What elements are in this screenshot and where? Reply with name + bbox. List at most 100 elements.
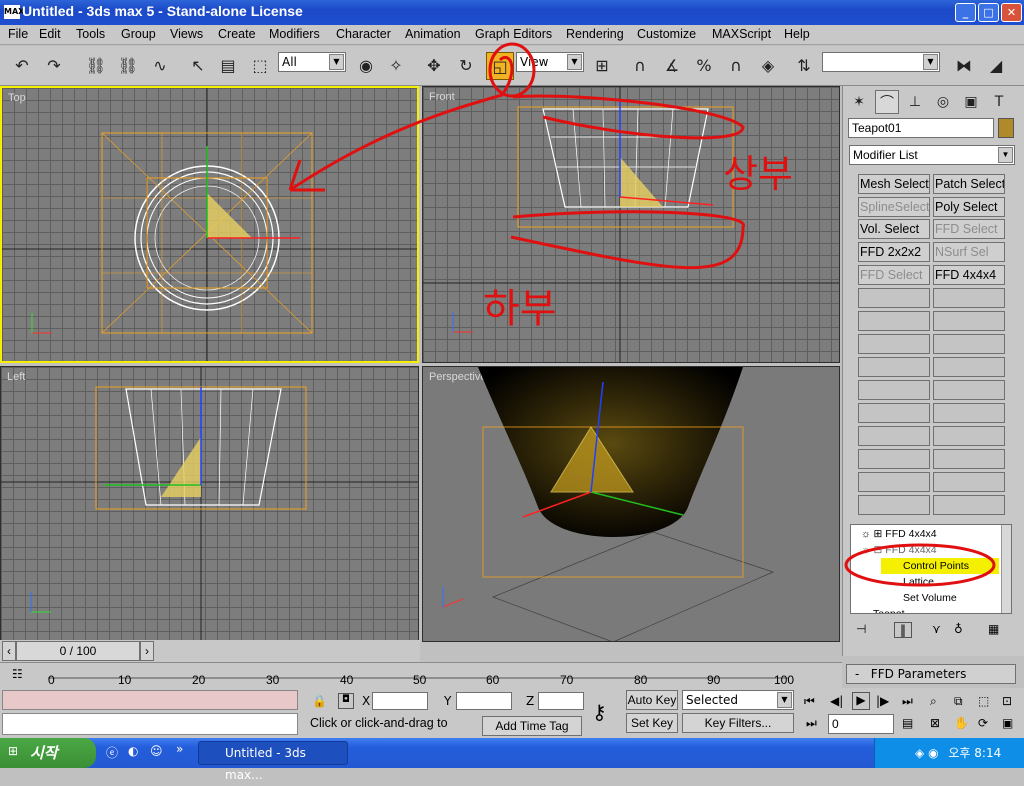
lock-icon[interactable]: 🔒 [312,694,327,708]
ie-icon[interactable]: ⓔ [106,744,118,761]
maxscript-listener-mini[interactable] [2,690,298,710]
menu-character[interactable]: Character [336,27,391,41]
configure-sets-icon[interactable]: ▦ [988,622,999,636]
menu-file[interactable]: File [8,27,28,41]
object-name-field[interactable]: Teapot01 [848,118,994,138]
go-to-end-icon[interactable]: ⏭ [902,694,913,709]
clock[interactable]: 오후 8:14 [948,746,1001,760]
mod-button-empty[interactable] [858,380,930,400]
select-icon[interactable]: ↖ [184,52,212,80]
spinner-snap-icon[interactable]: ∩ [722,52,750,80]
key-mode-icon[interactable]: ⏭ [806,716,817,731]
align-icon[interactable]: ◢ [982,52,1010,80]
next-frame-icon[interactable]: |▶ [876,694,889,708]
redo-icon[interactable]: ↷ [40,52,68,80]
modify-tab-icon[interactable]: ⌒ [875,90,899,114]
z-coord-field[interactable] [538,692,584,710]
menu-animation[interactable]: Animation [405,27,461,41]
remove-modifier-icon[interactable]: ♁ [954,622,963,636]
y-coord-field[interactable] [456,692,512,710]
make-unique-icon[interactable]: ⋎ [932,622,941,636]
maxscript-input[interactable] [2,713,298,735]
mod-button-7[interactable]: FFD 2x2x2 [858,242,930,262]
menu-customize[interactable]: Customize [637,27,696,41]
mod-button-empty[interactable] [858,403,930,423]
viewport-perspective[interactable]: Perspective [422,366,840,642]
minimize-button[interactable]: _ [955,3,976,22]
zoom-extents-all-icon[interactable]: ⊡ [1002,694,1012,708]
edit-named-selection-icon[interactable]: ⇅ [790,52,818,80]
add-time-tag-button[interactable]: Add Time Tag [482,716,582,736]
auto-key-button[interactable]: Auto Key [626,690,678,710]
undo-icon[interactable]: ↶ [8,52,36,80]
set-key-button[interactable]: Set Key [626,713,678,733]
prev-frame-button[interactable]: ‹ [2,641,16,661]
mod-button-9[interactable]: FFD Select [858,265,930,285]
mod-button-empty[interactable] [933,288,1005,308]
close-button[interactable]: ✕ [1001,3,1022,22]
pin-stack-icon[interactable]: ⊣ [856,622,866,636]
time-slider[interactable]: 0 / 100 [16,641,140,661]
track-bar-icon[interactable]: ☷ [12,667,23,681]
time-config-icon[interactable]: ▤ [902,716,913,730]
motion-tab-icon[interactable]: ◎ [931,90,955,114]
mod-button-empty[interactable] [858,311,930,331]
mod-button-empty[interactable] [933,495,1005,515]
menu-tools[interactable]: Tools [76,27,105,41]
mod-button-empty[interactable] [933,311,1005,331]
ffd-parameters-rollout[interactable]: - FFD Parameters [846,664,1016,684]
3ds-max-icon[interactable]: MAX [4,5,24,19]
hierarchy-tab-icon[interactable]: ⊥ [903,90,927,114]
mod-button-1[interactable]: Mesh Select [858,174,930,194]
menu-create[interactable]: Create [218,27,256,41]
mod-button-empty[interactable] [858,426,930,446]
mod-button-empty[interactable] [858,288,930,308]
angle-snap-icon[interactable]: ∡ [658,52,686,80]
stack-subitem-set-volume[interactable]: Set Volume [903,590,957,606]
tray-app-icon[interactable]: ◉ [928,746,938,760]
mod-button-3[interactable]: SplineSelect [858,197,930,217]
mod-button-empty[interactable] [933,334,1005,354]
mod-button-empty[interactable] [933,380,1005,400]
link-icon[interactable]: ⛓ [82,52,110,80]
mod-button-5[interactable]: Vol. Select [858,219,930,239]
region-zoom-icon[interactable]: ⊠ [930,716,940,730]
utilities-tab-icon[interactable]: T [987,90,1011,114]
menu-graph-editors[interactable]: Graph Editors [475,27,552,41]
stack-item-teapot[interactable]: Teapot [873,606,905,613]
mod-button-empty[interactable] [858,334,930,354]
arc-rotate-icon[interactable]: ⟳ [978,716,988,730]
menu-maxscript[interactable]: MAXScript [712,27,771,41]
mod-button-10[interactable]: FFD 4x4x4 [933,265,1005,285]
percent-snap-icon[interactable]: % [690,52,718,80]
mod-button-empty[interactable] [933,472,1005,492]
mod-button-empty[interactable] [933,426,1005,446]
object-color-swatch[interactable] [998,118,1014,138]
key-selection-dropdown[interactable]: Selected ▼ [682,690,794,710]
pivot-center-icon[interactable]: ⊞ [588,52,616,80]
next-frame-button[interactable]: › [140,641,154,661]
display-tab-icon[interactable]: ▣ [959,90,983,114]
named-selection-icon[interactable]: ◈ [754,52,782,80]
mod-button-empty[interactable] [933,403,1005,423]
menu-rendering[interactable]: Rendering [566,27,624,41]
taskbar-item-3dsmax[interactable]: Untitled - 3ds max... [198,741,348,782]
x-coord-field[interactable] [372,692,428,710]
menu-modifiers[interactable]: Modifiers [269,27,320,41]
maximize-viewport-icon[interactable]: ▣ [1002,716,1013,730]
mirror-icon[interactable]: ⧓ [950,52,978,80]
modifier-list-dropdown[interactable]: Modifier List ▼ [849,145,1015,165]
menu-help[interactable]: Help [784,27,810,41]
quick-launch-chevron-icon[interactable]: » [176,742,183,756]
viewport-left[interactable]: Left [0,366,419,642]
mod-button-empty[interactable] [858,495,930,515]
bind-space-warp-icon[interactable]: ∿ [146,52,174,80]
messenger-icon[interactable]: ☺ [150,744,163,758]
media-icon[interactable]: ◐ [128,744,138,758]
snap-toggle-icon[interactable]: ∩ [626,52,654,80]
named-selection-sets-dropdown[interactable]: ▼ [822,52,940,72]
mod-button-4[interactable]: Poly Select [933,197,1005,217]
menu-edit[interactable]: Edit [39,27,61,41]
mod-button-6[interactable]: FFD Select [933,219,1005,239]
zoom-icon[interactable]: ⌕ [930,694,937,709]
